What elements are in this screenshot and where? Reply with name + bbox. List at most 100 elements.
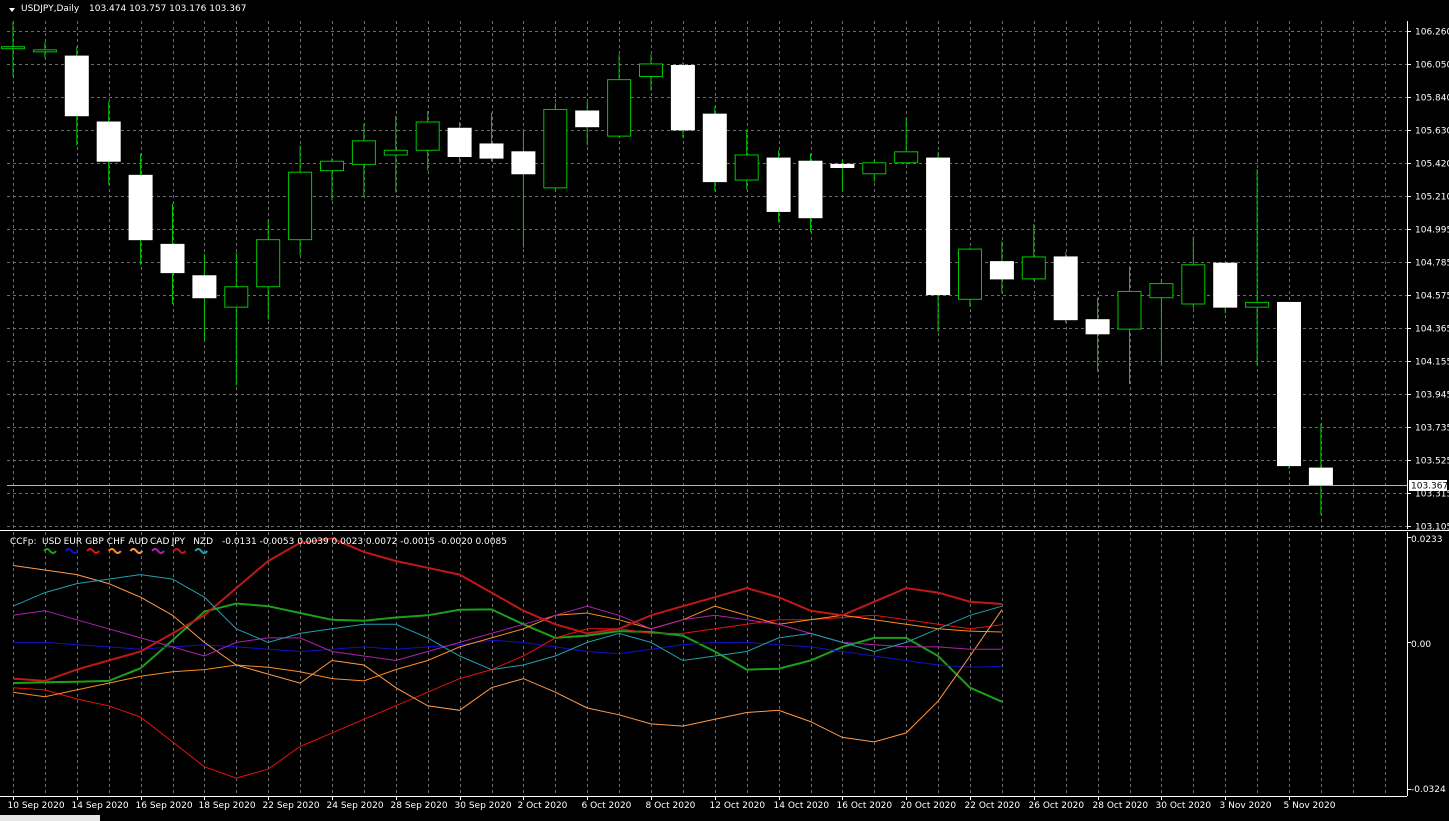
candle — [1213, 261, 1238, 314]
candle-body — [1117, 290, 1142, 330]
date-label: 12 Oct 2020 — [710, 801, 766, 811]
candle-body — [351, 140, 376, 165]
candle-body — [1181, 264, 1206, 305]
candle — [543, 103, 568, 190]
price-tick-label: 104.155 — [1415, 358, 1449, 368]
indicator-min-label: -0.0324 — [1411, 785, 1446, 795]
candle-body — [1149, 283, 1174, 299]
candle-body — [160, 243, 185, 274]
candle-body — [1021, 256, 1046, 280]
candle-body — [1, 46, 25, 50]
date-label: 16 Oct 2020 — [837, 801, 893, 811]
candle-body — [958, 248, 982, 300]
date-label: 28 Oct 2020 — [1093, 801, 1149, 811]
candle-body — [734, 154, 759, 181]
indicator-max-label: 0.0233 — [1411, 535, 1443, 545]
candle — [1277, 301, 1301, 469]
candle-body — [320, 160, 344, 172]
candle-body — [639, 63, 663, 77]
candle-body — [383, 149, 408, 156]
date-label: 30 Oct 2020 — [1156, 801, 1212, 811]
legend-currency: CAD — [150, 537, 169, 547]
horizontal-scrollbar-tab[interactable] — [0, 815, 100, 821]
legend-currency: AUD — [128, 537, 148, 547]
date-label: 18 Sep 2020 — [199, 801, 256, 811]
price-tick-label: 106.050 — [1415, 61, 1449, 71]
date-label: 16 Sep 2020 — [136, 801, 193, 811]
date-label: 30 Sep 2020 — [455, 801, 512, 811]
candle-body — [256, 239, 281, 288]
candle-body — [511, 151, 536, 175]
indicator-zero-label: 0.00 — [1411, 640, 1431, 650]
candle-body — [64, 55, 89, 117]
price-tick-label: 105.840 — [1415, 94, 1449, 104]
candle-body — [926, 157, 951, 296]
candle-body — [224, 286, 249, 308]
candle-body — [766, 157, 791, 212]
price-tick-label: 104.575 — [1415, 292, 1449, 302]
candle-body — [1213, 262, 1238, 308]
candle-body — [989, 261, 1014, 280]
price-tick-label: 104.785 — [1415, 259, 1449, 269]
date-label: 14 Sep 2020 — [72, 801, 129, 811]
price-tick-label: 105.630 — [1415, 127, 1449, 137]
candle-body — [447, 127, 472, 158]
candle — [702, 106, 727, 192]
legend-currency: USD — [42, 537, 61, 547]
price-tick-label: 105.420 — [1415, 160, 1449, 170]
candle-body — [1277, 301, 1301, 467]
date-label: 6 Oct 2020 — [582, 801, 632, 811]
price-tick-label: 105.210 — [1415, 193, 1449, 203]
price-tick-label: 103.525 — [1415, 457, 1449, 467]
candle-body — [702, 113, 727, 183]
date-label: 22 Oct 2020 — [965, 801, 1021, 811]
candle-body — [830, 163, 855, 168]
candle — [670, 62, 695, 138]
candle-body — [1245, 301, 1270, 308]
date-label: 8 Oct 2020 — [646, 801, 696, 811]
current-price-value: 103.367 — [1411, 482, 1448, 492]
candle-body — [862, 162, 887, 175]
ohlc-values: 103.474 103.757 103.176 103.367 — [89, 4, 246, 14]
candle-body — [192, 275, 217, 299]
candle-body — [798, 160, 823, 219]
legend-currency: CHF — [107, 537, 125, 547]
trading-chart[interactable]: 106.260 106.050 105.840 105.630 105.420 105.2… — [0, 0, 1449, 821]
legend-currency: EUR — [64, 537, 83, 547]
candle-body — [894, 151, 919, 164]
candle-body — [128, 174, 153, 241]
date-label: 3 Nov 2020 — [1220, 801, 1272, 811]
candle-body — [415, 121, 440, 151]
date-label: 22 Sep 2020 — [263, 801, 320, 811]
candle-body — [543, 108, 568, 189]
date-label: 5 Nov 2020 — [1284, 801, 1336, 811]
price-tick-label: 104.995 — [1415, 226, 1449, 236]
date-label: 24 Sep 2020 — [327, 801, 384, 811]
candle-body — [96, 121, 121, 162]
candle-body — [479, 143, 504, 159]
legend-currency: GBP — [85, 537, 104, 547]
date-label: 10 Sep 2020 — [8, 801, 65, 811]
candle-body — [1053, 256, 1078, 321]
current-price-label: 103.367 — [1409, 480, 1448, 492]
candle — [447, 121, 472, 163]
price-tick-label: 104.365 — [1415, 325, 1449, 335]
price-tick-label: 103.735 — [1415, 424, 1449, 434]
price-tick-label: 106.260 — [1415, 28, 1449, 38]
date-label: 26 Oct 2020 — [1029, 801, 1085, 811]
date-label: 14 Oct 2020 — [774, 801, 830, 811]
legend-currency: JPY — [171, 537, 186, 547]
indicator-name: CCFp: — [10, 537, 37, 547]
candle-body — [1085, 319, 1110, 335]
price-tick-label: 103.945 — [1415, 391, 1449, 401]
symbol-label: USDJPY,Daily — [21, 4, 80, 14]
indicator-values: -0.0131 -0.0053 0.0039 0.0023 0.0072 -0.… — [222, 537, 507, 547]
date-label: 28 Sep 2020 — [391, 801, 448, 811]
candle — [1053, 252, 1078, 323]
candle-body — [288, 171, 313, 241]
candle-body — [670, 65, 695, 131]
candle-body — [1308, 467, 1333, 486]
candle-body — [32, 49, 57, 53]
legend-currency: NZD — [193, 537, 213, 547]
date-label: 2 Oct 2020 — [518, 801, 568, 811]
